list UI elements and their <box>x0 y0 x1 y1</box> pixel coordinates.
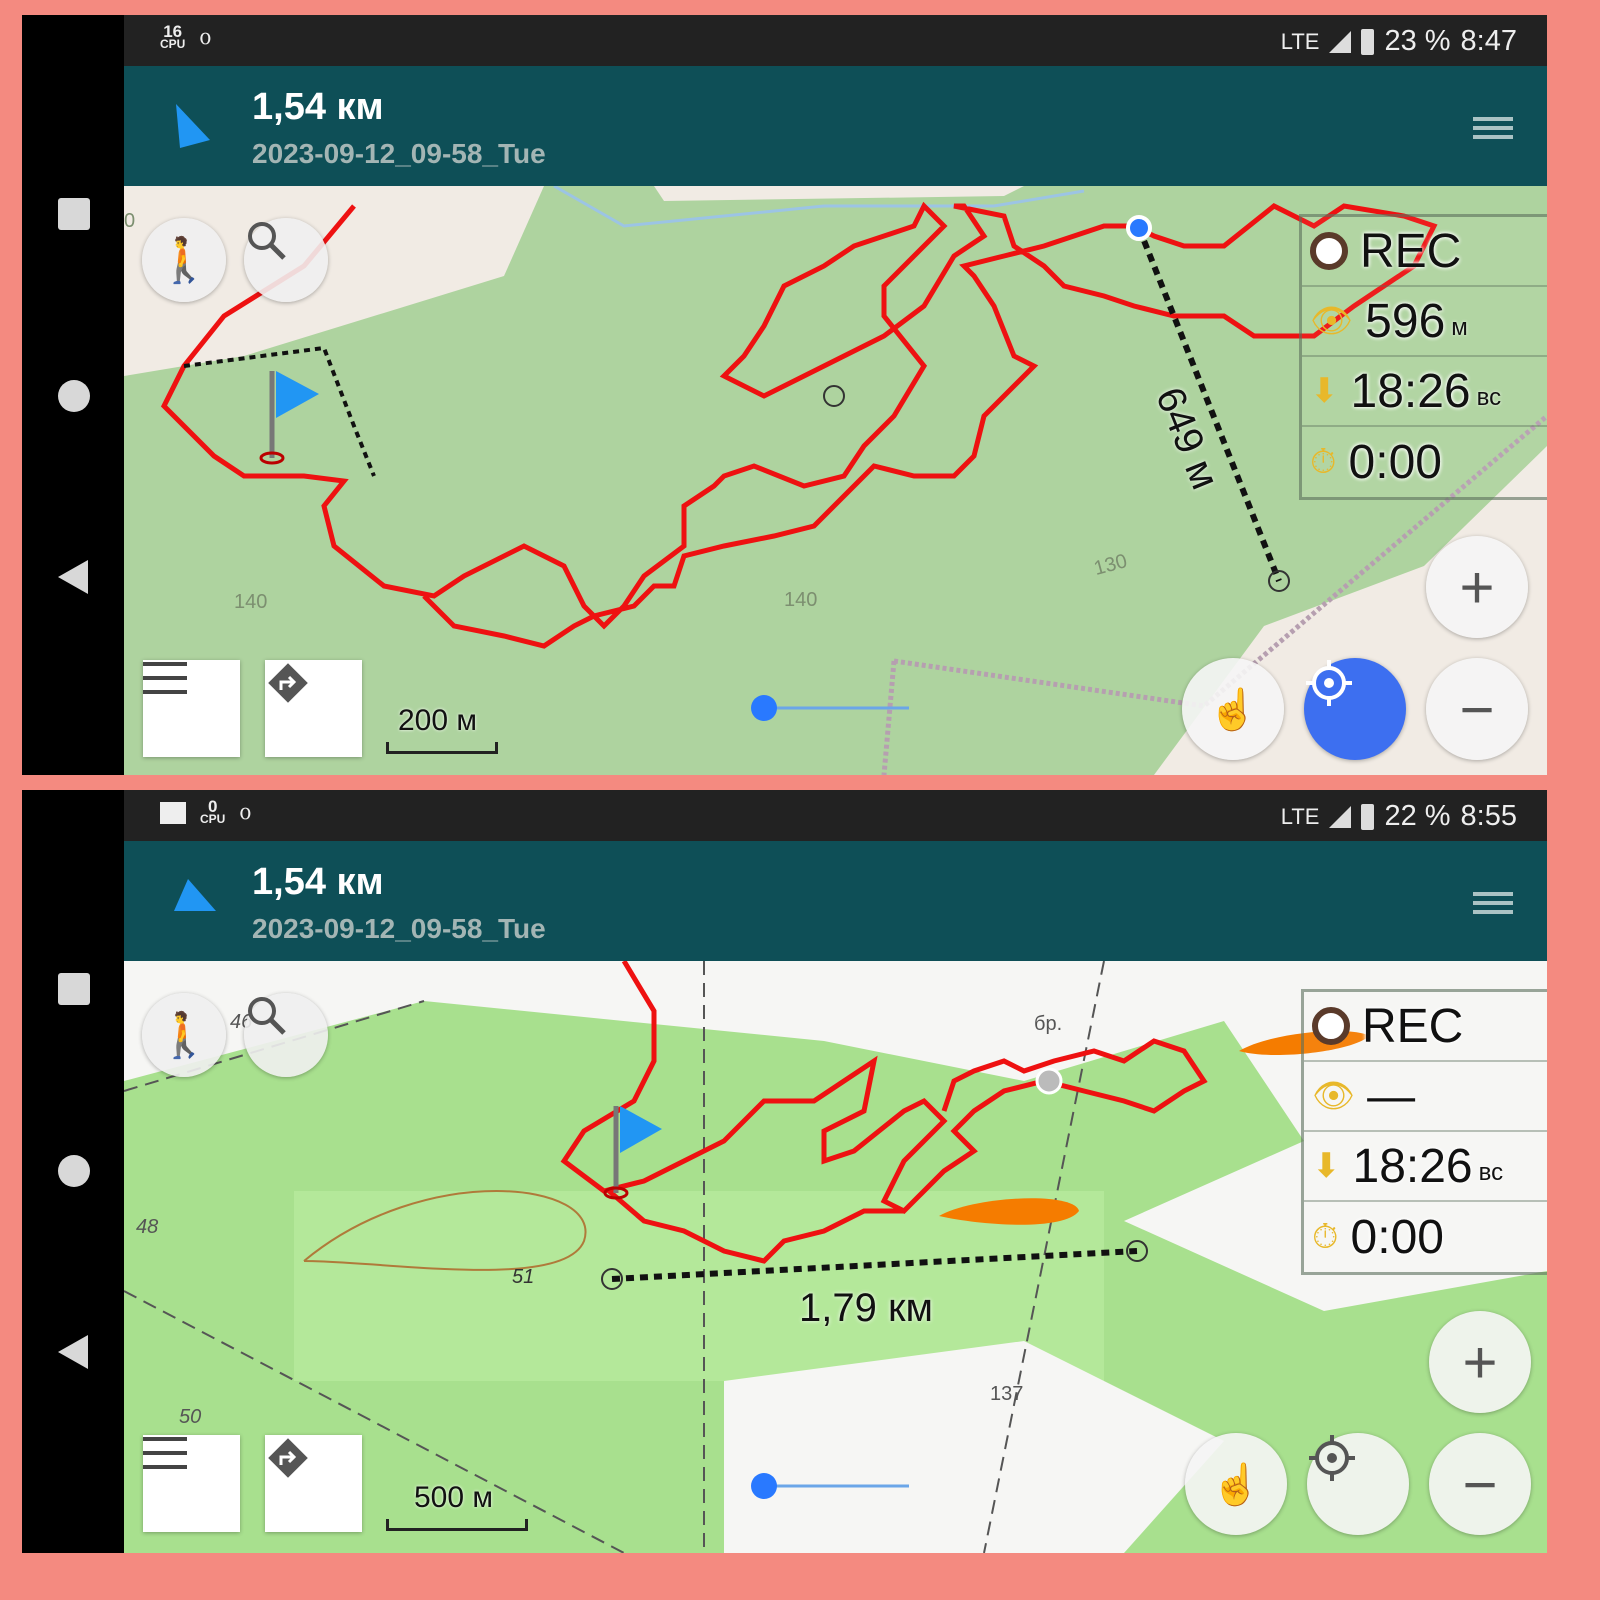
list-icon[interactable] <box>1473 887 1513 919</box>
widget-panel: REC 👁 — ⬇ 18:26 вс ⏱ 0:00 <box>1301 989 1547 1275</box>
contour-label: 0 <box>124 210 136 232</box>
track-slider-handle <box>751 1473 777 1499</box>
track-header[interactable]: 1,54 км 2023-09-12_09-58_Tue <box>124 841 1547 961</box>
directions-button[interactable] <box>265 660 362 757</box>
my-location-button[interactable] <box>1307 1433 1409 1535</box>
directions-icon <box>268 1438 308 1478</box>
contour-label: бр. <box>1034 1013 1063 1035</box>
eye-crossed-icon: 👁 <box>1312 1077 1356 1115</box>
track-distance: 1,54 км <box>252 86 384 128</box>
zoom-in-button[interactable]: + <box>1426 536 1528 638</box>
network-type: LTE <box>1280 28 1320 54</box>
contour-label: 50 <box>179 1406 202 1428</box>
zoom-out-button[interactable]: − <box>1426 658 1528 760</box>
measure-distance-label: 1,79 км <box>799 1286 933 1330</box>
signal-icon <box>1329 805 1352 828</box>
status-bar: 0 CPU ᧐ LTE 22 % 8:55 <box>124 790 1547 841</box>
battery-percent: 23 % <box>1384 25 1451 57</box>
status-bar: 16 CPU ᧐ LTE 23 % 8:47 <box>124 15 1547 66</box>
sunset-icon: ⬇ <box>1310 372 1339 410</box>
home-button[interactable] <box>58 1155 90 1187</box>
recents-button[interactable] <box>58 973 90 1005</box>
record-icon <box>1312 1007 1350 1045</box>
touch-lock-button[interactable]: ☝ <box>1182 658 1284 760</box>
image-icon <box>160 801 186 824</box>
contour-label: 48 <box>136 1216 159 1238</box>
time-widget[interactable]: ⬇ 18:26 вс <box>1304 1132 1547 1202</box>
my-location-button[interactable] <box>1304 658 1406 760</box>
timer-widget[interactable]: ⏱ 0:00 <box>1302 427 1547 497</box>
android-nav-bar <box>22 15 124 775</box>
track-slider-handle <box>751 695 777 721</box>
directions-button[interactable] <box>265 1435 362 1532</box>
hand-pointer-icon: ☝ <box>1211 1462 1261 1507</box>
main-menu-button[interactable] <box>143 660 240 757</box>
timer-icon: ⏱ <box>1310 442 1337 481</box>
battery-icon <box>1361 28 1375 55</box>
zoom-in-button[interactable]: + <box>1429 1311 1531 1413</box>
map-view[interactable]: 140 140 130 0 649 м 🚶 REC 👁 596 м ⬇ 18:26 вс… <box>124 186 1547 775</box>
record-icon <box>1310 232 1348 270</box>
crosshair-icon <box>1306 660 1352 706</box>
signal-icon <box>1329 30 1352 53</box>
search-button[interactable] <box>244 218 328 302</box>
navigation-arrow-icon <box>174 879 216 911</box>
screenshot-bottom: 0 CPU ᧐ LTE 22 % 8:55 1,54 км 2023-09-12_09-… <box>22 790 1547 1553</box>
list-icon[interactable] <box>1473 112 1513 144</box>
distance-widget[interactable]: 👁 596 м <box>1302 287 1547 357</box>
timer-icon: ⏱ <box>1312 1217 1339 1256</box>
back-button[interactable] <box>58 560 88 594</box>
network-type: LTE <box>1280 803 1320 829</box>
clock: 8:47 <box>1460 25 1517 57</box>
widget-panel: REC 👁 596 м ⬇ 18:26 вс ⏱ 0:00 <box>1299 214 1547 500</box>
hamburger-icon <box>143 662 187 694</box>
navigation-arrow-icon <box>176 104 210 148</box>
hand-pointer-icon: ☝ <box>1208 687 1258 732</box>
touch-lock-button[interactable]: ☝ <box>1185 1433 1287 1535</box>
rec-widget[interactable]: REC <box>1304 992 1547 1062</box>
distance-widget[interactable]: 👁 — <box>1304 1062 1547 1132</box>
track-name: 2023-09-12_09-58_Tue <box>252 913 546 944</box>
eye-crossed-icon: 👁 <box>1310 302 1354 340</box>
cpu-indicator: 16 CPU <box>160 21 186 51</box>
start-flag-icon <box>276 371 319 418</box>
home-button[interactable] <box>58 380 90 412</box>
time-widget[interactable]: ⬇ 18:26 вс <box>1302 357 1547 427</box>
track-distance: 1,54 км <box>252 861 384 903</box>
main-menu-button[interactable] <box>143 1435 240 1532</box>
map-view[interactable]: 46 48 51 50 137 бр. 1,79 км 🚶 REC 👁 — ⬇ 18… <box>124 961 1547 1553</box>
timer-widget[interactable]: ⏱ 0:00 <box>1304 1202 1547 1272</box>
track-header[interactable]: 1,54 км 2023-09-12_09-58_Tue <box>124 66 1547 186</box>
rec-widget[interactable]: REC <box>1302 217 1547 287</box>
walking-person-icon: 🚶 <box>156 1011 212 1060</box>
recents-button[interactable] <box>58 198 90 230</box>
battery-percent: 22 % <box>1384 800 1451 832</box>
contour-label: 140 <box>234 591 268 613</box>
track-name: 2023-09-12_09-58_Tue <box>252 138 546 169</box>
scale-bar: 200 м <box>386 704 498 754</box>
sunset-icon: ⬇ <box>1312 1147 1341 1185</box>
scale-bar: 500 м <box>386 1481 528 1531</box>
contour-label: 51 <box>512 1266 535 1288</box>
contour-label: 137 <box>990 1383 1024 1405</box>
walking-mode-button[interactable]: 🚶 <box>142 218 226 302</box>
track-recording-icon: ᧐ <box>199 23 212 50</box>
walking-mode-button[interactable]: 🚶 <box>142 993 226 1077</box>
zoom-out-button[interactable]: − <box>1429 1433 1531 1535</box>
hamburger-icon <box>143 1437 187 1469</box>
search-icon <box>248 222 286 260</box>
search-icon <box>248 997 286 1035</box>
clock: 8:55 <box>1460 800 1517 832</box>
directions-icon <box>268 663 308 703</box>
walking-person-icon: 🚶 <box>156 236 212 285</box>
crosshair-icon <box>1309 1435 1355 1481</box>
back-button[interactable] <box>58 1335 88 1369</box>
track-recording-icon: ᧐ <box>239 798 252 825</box>
battery-icon <box>1361 803 1375 830</box>
contour-label: 140 <box>784 589 818 611</box>
search-button[interactable] <box>244 993 328 1077</box>
cpu-indicator: 0 CPU <box>200 796 226 826</box>
screenshot-top: 16 CPU ᧐ LTE 23 % 8:47 1,54 км 2023-09-12_09… <box>22 15 1547 775</box>
android-nav-bar <box>22 790 124 1553</box>
